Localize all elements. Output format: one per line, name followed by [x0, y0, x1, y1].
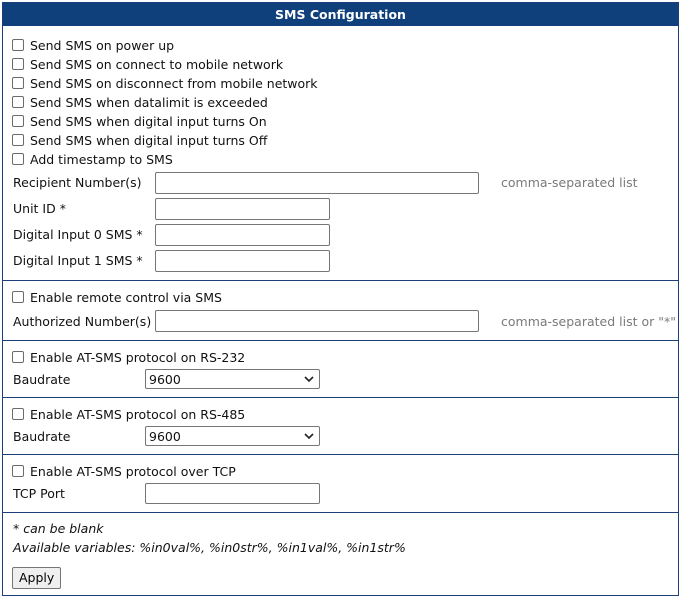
chevron-down-icon: [304, 433, 314, 440]
send-on-power-up-label: Send SMS on power up: [30, 37, 175, 53]
section-divider: [3, 512, 678, 513]
send-on-disconnect-checkbox[interactable]: [12, 77, 24, 89]
rs485-label: Enable AT-SMS protocol on RS-485: [30, 406, 246, 422]
digital-input-0-sms-input[interactable]: [155, 224, 330, 246]
send-on-power-up-checkbox[interactable]: [12, 39, 24, 51]
rs485-baudrate-label: Baudrate: [13, 429, 71, 444]
rs485-checkbox[interactable]: [12, 408, 24, 420]
tcp-checkbox[interactable]: [12, 465, 24, 477]
rs232-baudrate-value: 9600: [149, 371, 181, 387]
send-on-disconnect-label: Send SMS on disconnect from mobile netwo…: [30, 75, 318, 91]
add-timestamp-label: Add timestamp to SMS: [30, 151, 173, 167]
add-timestamp-option[interactable]: Add timestamp to SMS: [12, 150, 173, 168]
variables-note: Available variables: %in0val%, %in0str%,…: [13, 540, 406, 555]
remote-control-option[interactable]: Enable remote control via SMS: [12, 288, 222, 306]
remote-control-label: Enable remote control via SMS: [30, 289, 222, 305]
digital-input-1-sms-label: Digital Input 1 SMS *: [13, 253, 143, 268]
unit-id-label: Unit ID *: [13, 201, 66, 216]
send-on-connect-checkbox[interactable]: [12, 58, 24, 70]
digital-input-0-sms-label: Digital Input 0 SMS *: [13, 227, 143, 242]
panel-title: SMS Configuration: [3, 3, 678, 26]
rs232-checkbox[interactable]: [12, 351, 24, 363]
tcp-option[interactable]: Enable AT-SMS protocol over TCP: [12, 462, 236, 480]
blank-note: * can be blank: [13, 521, 104, 536]
recipient-number-input[interactable]: [155, 172, 479, 194]
authorized-number-hint: comma-separated list or "*": [501, 314, 676, 329]
remote-control-checkbox[interactable]: [12, 291, 24, 303]
section-divider: [3, 454, 678, 455]
rs232-option[interactable]: Enable AT-SMS protocol on RS-232: [12, 348, 245, 366]
digital-input-1-sms-input[interactable]: [155, 250, 330, 272]
send-on-input-on-label: Send SMS when digital input turns On: [30, 113, 267, 129]
send-on-datalimit-checkbox[interactable]: [12, 96, 24, 108]
send-on-disconnect-option[interactable]: Send SMS on disconnect from mobile netwo…: [12, 74, 318, 92]
send-on-input-off-label: Send SMS when digital input turns Off: [30, 132, 268, 148]
tcp-port-input[interactable]: [145, 483, 320, 504]
rs232-baudrate-label: Baudrate: [13, 372, 71, 387]
section-divider: [3, 397, 678, 398]
section-divider: [3, 280, 678, 281]
chevron-down-icon: [304, 376, 314, 383]
recipient-number-label: Recipient Number(s): [13, 175, 142, 190]
sms-configuration-panel: SMS Configuration Send SMS on power up S…: [2, 2, 679, 596]
authorized-number-label: Authorized Number(s): [13, 314, 152, 329]
send-on-input-off-option[interactable]: Send SMS when digital input turns Off: [12, 131, 267, 149]
apply-button[interactable]: Apply: [12, 567, 62, 589]
section-divider: [3, 340, 678, 341]
authorized-number-input[interactable]: [155, 310, 479, 332]
send-on-power-up-option[interactable]: Send SMS on power up: [12, 36, 174, 54]
send-on-connect-option[interactable]: Send SMS on connect to mobile network: [12, 55, 283, 73]
send-on-input-on-option[interactable]: Send SMS when digital input turns On: [12, 112, 267, 130]
add-timestamp-checkbox[interactable]: [12, 153, 24, 165]
send-on-datalimit-option[interactable]: Send SMS when datalimit is exceeded: [12, 93, 268, 111]
rs485-option[interactable]: Enable AT-SMS protocol on RS-485: [12, 405, 245, 423]
rs232-baudrate-select[interactable]: 9600: [145, 369, 320, 389]
rs485-baudrate-select[interactable]: 9600: [145, 426, 320, 446]
send-on-input-on-checkbox[interactable]: [12, 115, 24, 127]
rs232-label: Enable AT-SMS protocol on RS-232: [30, 349, 246, 365]
rs485-baudrate-value: 9600: [149, 428, 181, 444]
send-on-datalimit-label: Send SMS when datalimit is exceeded: [30, 94, 268, 110]
tcp-port-label: TCP Port: [13, 486, 65, 501]
tcp-label: Enable AT-SMS protocol over TCP: [30, 463, 236, 479]
send-on-connect-label: Send SMS on connect to mobile network: [30, 56, 284, 72]
unit-id-input[interactable]: [155, 198, 330, 220]
recipient-number-hint: comma-separated list: [501, 175, 638, 190]
send-on-input-off-checkbox[interactable]: [12, 134, 24, 146]
